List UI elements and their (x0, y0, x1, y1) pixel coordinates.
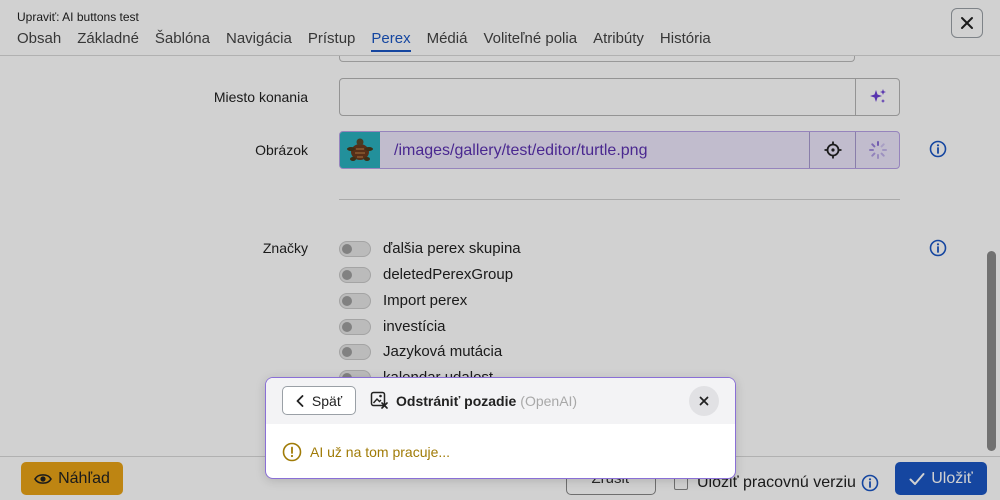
remove-background-icon (370, 391, 388, 409)
ai-dialog: Späť Odstrániť pozadie (OpenAI) AI už na … (265, 377, 736, 479)
ai-dialog-close-button[interactable] (689, 386, 719, 416)
warning-circle-icon (282, 442, 302, 462)
ai-dialog-header: Späť Odstrániť pozadie (OpenAI) (266, 378, 735, 424)
ai-dialog-title: Odstrániť pozadie (OpenAI) (396, 393, 577, 409)
back-label: Späť (311, 392, 343, 409)
chevron-left-icon (296, 394, 304, 407)
ai-status-message: AI už na tom pracuje... (282, 442, 450, 462)
close-icon (699, 396, 709, 406)
ai-dialog-title-text: Odstrániť pozadie (396, 393, 517, 409)
back-button[interactable]: Späť (282, 386, 356, 415)
ai-status-text: AI už na tom pracuje... (310, 444, 451, 460)
ai-provider-label: (OpenAI) (520, 393, 578, 409)
